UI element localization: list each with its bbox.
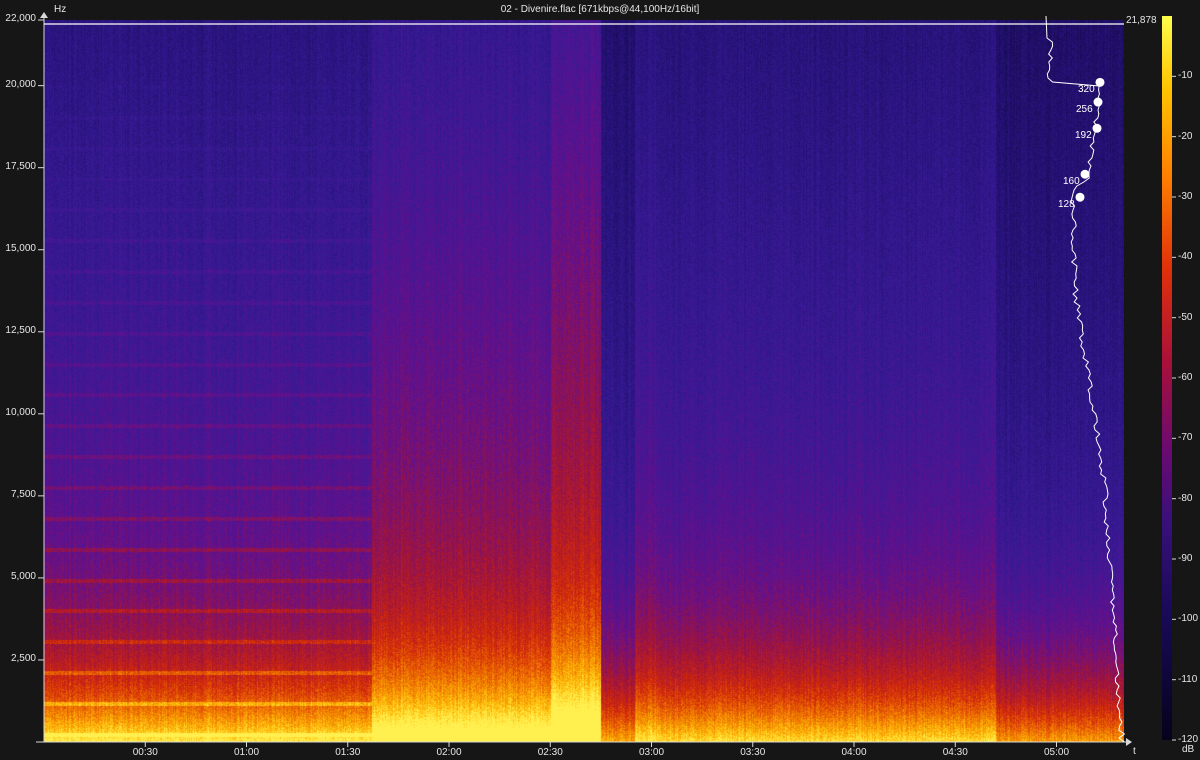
y-tick-label: 10,000 xyxy=(5,406,36,418)
x-tick-label: 05:00 xyxy=(1043,747,1070,758)
x-tick-label: 03:00 xyxy=(638,747,665,758)
bitrate-marker-label: 192 xyxy=(1075,130,1092,142)
y-tick-label: 20,000 xyxy=(5,78,36,90)
bitrate-marker-label: 320 xyxy=(1078,84,1095,96)
bitrate-marker-label: 160 xyxy=(1063,176,1080,188)
bitrate-marker-dot xyxy=(1095,77,1105,87)
x-tick-label: 02:30 xyxy=(537,747,563,758)
y-tick-label: 5,000 xyxy=(10,570,36,582)
colorbar-tick-label: -50 xyxy=(1178,311,1193,323)
x-tick-label: 04:30 xyxy=(942,747,968,758)
bitrate-marker-dot xyxy=(1080,169,1090,179)
colorbar-tick-label: -80 xyxy=(1178,492,1193,504)
bitrate-marker-label: 128 xyxy=(1058,199,1075,211)
x-tick-label: 04:00 xyxy=(841,747,867,758)
y-tick-label: 2,500 xyxy=(10,652,36,664)
y-tick-label: 7,500 xyxy=(10,488,36,500)
spectrum-edge-curve xyxy=(1045,15,1126,743)
y-tick-label: 12,500 xyxy=(5,324,36,336)
y-tick-label: 15,000 xyxy=(5,242,36,254)
colorbar xyxy=(1162,16,1172,740)
colorbar-tick-label: -20 xyxy=(1178,130,1193,142)
x-tick-label: 00:30 xyxy=(132,747,158,758)
spectrogram-viewer: 02 - Divenire.flac [671kbps@44,100Hz/16b… xyxy=(0,0,1200,760)
bitrate-marker-dot xyxy=(1075,192,1085,202)
colorbar-tick-label: -10 xyxy=(1178,70,1193,82)
colorbar-tick-label: -90 xyxy=(1178,553,1193,564)
cutoff-frequency-label: 21,878 xyxy=(1126,15,1157,26)
y-tick-label: 17,500 xyxy=(5,160,36,172)
x-tick-label: 02:00 xyxy=(436,747,462,758)
colorbar-tick-label: -30 xyxy=(1178,191,1193,202)
x-axis-arrow xyxy=(1126,738,1132,746)
bitrate-marker-dot xyxy=(1092,123,1102,133)
x-tick-label: 01:00 xyxy=(233,747,260,758)
colorbar-tick-label: -70 xyxy=(1178,432,1193,444)
colorbar-tick-label: -110 xyxy=(1178,673,1198,685)
colorbar-tick-label: -60 xyxy=(1178,372,1193,383)
colorbar-tick-label: -120 xyxy=(1178,734,1199,745)
x-tick-label: 03:30 xyxy=(740,747,766,758)
bitrate-marker-label: 256 xyxy=(1076,104,1093,116)
bitrate-marker-dot xyxy=(1093,97,1103,107)
spectrogram-overlay xyxy=(36,12,1176,747)
y-axis-arrow xyxy=(40,12,48,18)
y-tick-label: 22,000 xyxy=(5,13,36,24)
colorbar-tick-label: -100 xyxy=(1178,613,1199,625)
x-tick-label: 01:30 xyxy=(335,747,361,758)
colorbar-tick-label: -40 xyxy=(1178,251,1193,263)
